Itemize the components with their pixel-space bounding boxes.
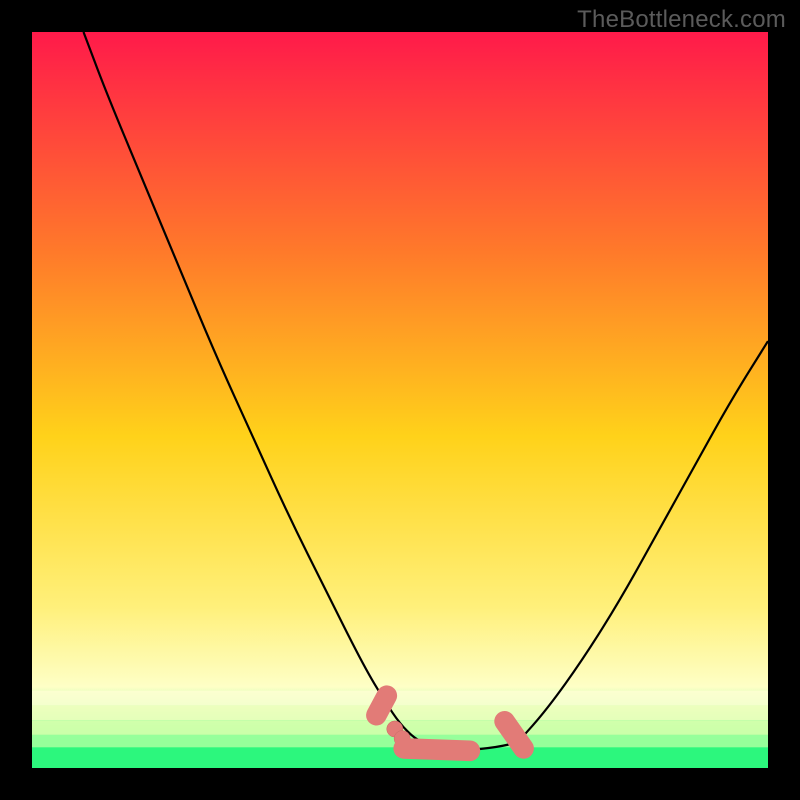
marker-capsule (376, 696, 386, 716)
chart-frame: TheBottleneck.com (0, 0, 800, 800)
chart-svg (32, 32, 768, 768)
plot-area (32, 32, 768, 768)
watermark-text: TheBottleneck.com (577, 6, 786, 34)
marker-capsule (404, 748, 470, 750)
gradient-background (32, 32, 768, 768)
